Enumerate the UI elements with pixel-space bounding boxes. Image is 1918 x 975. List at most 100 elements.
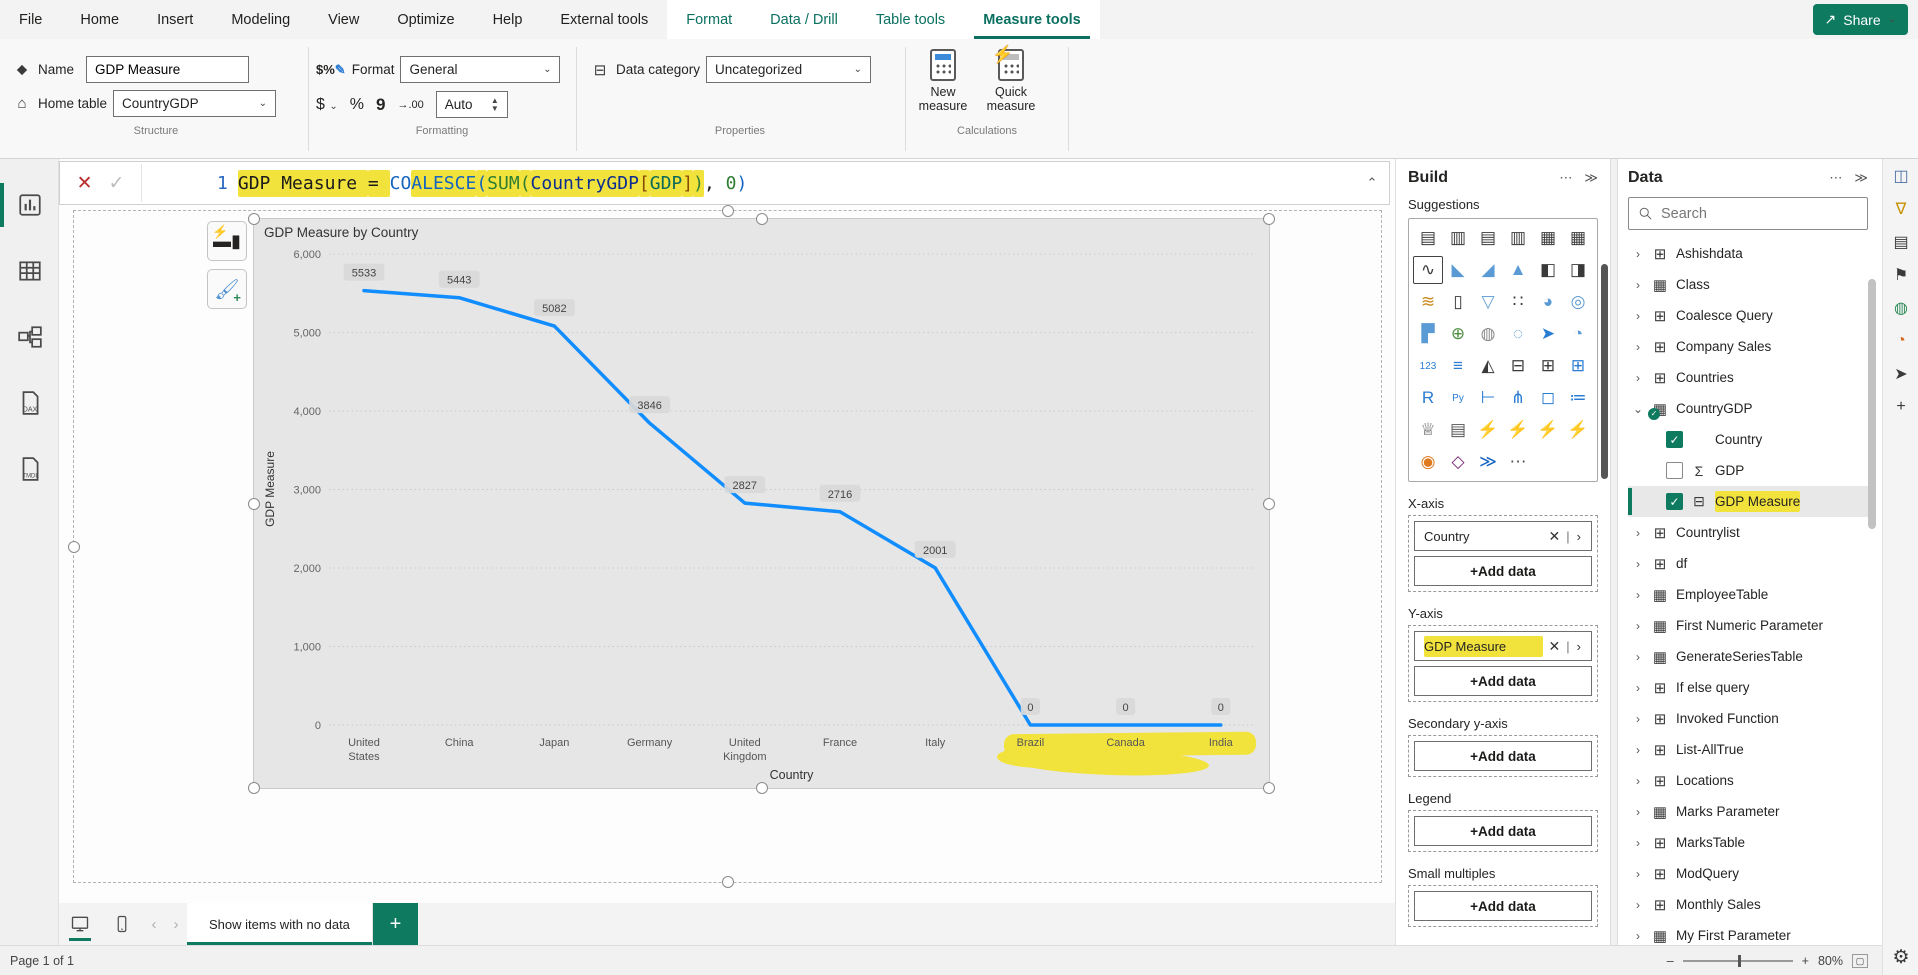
sync-pane-icon[interactable]: ➤ [1883, 357, 1918, 390]
data-scrollbar[interactable] [1868, 279, 1876, 529]
kpi-icon[interactable]: ◭ [1473, 352, 1503, 380]
scatter-chart-icon[interactable]: ∷ [1503, 288, 1533, 316]
home-table-dropdown[interactable]: CountryGDP⌄ [113, 90, 276, 117]
pie-chart-icon[interactable]: ◕ [1533, 288, 1563, 316]
auto-calc-icon[interactable]: ⚡ [1473, 416, 1503, 444]
currency-button[interactable]: $ ⌄ [316, 96, 338, 114]
clustered-column-chart-icon[interactable]: ▥ [1503, 224, 1533, 252]
chevron-right-icon[interactable]: › [1632, 309, 1644, 323]
funnel-chart-icon[interactable]: ▽ [1473, 288, 1503, 316]
chevron-right-icon[interactable]: › [1632, 836, 1644, 850]
menu-item-help[interactable]: Help [474, 0, 542, 39]
table-row[interactable]: ›⊞ModQuery [1628, 858, 1868, 889]
field-row[interactable]: ✓Country [1628, 424, 1868, 455]
canvas-handle-bottom[interactable] [722, 876, 734, 888]
pct-stacked-bar-chart-icon[interactable]: ▦ [1533, 224, 1563, 252]
goals-icon[interactable]: ♕ [1413, 416, 1443, 444]
matrix-icon[interactable]: ⊞ [1563, 352, 1593, 380]
build-more-icon[interactable]: ⋯ [1559, 170, 1572, 186]
table-row[interactable]: ›▦Class [1628, 269, 1868, 300]
quick-measure-button[interactable]: ⚡ Quick measure [980, 49, 1042, 114]
line-clustered-column-chart-icon[interactable]: ◧ [1533, 256, 1563, 284]
menu-item-file[interactable]: File [0, 0, 61, 39]
formula-cancel-icon[interactable]: ✕ [77, 172, 93, 195]
add-data-button[interactable]: +Add data [1414, 741, 1592, 771]
r-script-visual-icon[interactable]: R [1413, 384, 1443, 412]
table-row[interactable]: ›⊞If else query [1628, 672, 1868, 703]
chevron-right-icon[interactable]: › [1632, 743, 1644, 757]
bookmarks-pane-icon[interactable]: ⚑ [1883, 258, 1918, 291]
table-row[interactable]: ›⊞Ashishdata [1628, 238, 1868, 269]
table-row[interactable]: ›▦EmployeeTable [1628, 579, 1868, 610]
table-row[interactable]: ›⊞Locations [1628, 765, 1868, 796]
build-scrollbar[interactable] [1601, 264, 1608, 479]
table-row[interactable]: ›▦GenerateSeriesTable [1628, 641, 1868, 672]
auto-filter-3-icon[interactable]: ⚡ [1563, 416, 1593, 444]
chevron-down-icon[interactable]: ⌄ [1632, 402, 1644, 416]
formula-commit-icon[interactable]: ✓ [109, 172, 125, 195]
table-row[interactable]: ›⊞df [1628, 548, 1868, 579]
formula-input[interactable]: 1GDP Measure = COALESCE(SUM(CountryGDP[G… [142, 152, 1355, 215]
visual-handle[interactable] [248, 498, 260, 510]
clustered-bar-chart-icon[interactable]: ▤ [1473, 224, 1503, 252]
field-checkbox[interactable]: ✓ [1666, 493, 1683, 510]
more-visuals-icon[interactable]: ⋯ [1503, 448, 1533, 476]
table-row[interactable]: ›⊞Invoked Function [1628, 703, 1868, 734]
build-collapse-icon[interactable]: ≫ [1584, 170, 1598, 186]
formula-collapse-button[interactable]: ⌃ [1355, 175, 1389, 191]
mobile-layout-button[interactable] [101, 903, 143, 945]
filters-pane-icon[interactable]: ∇ [1883, 192, 1918, 225]
table-row[interactable]: ›⊞List-AllTrue [1628, 734, 1868, 765]
chevron-right-icon[interactable]: › [1632, 371, 1644, 385]
ribbon-chart-icon[interactable]: ≋ [1413, 288, 1443, 316]
add-data-button[interactable]: +Add data [1414, 666, 1592, 696]
table-row[interactable]: ›⊞Monthly Sales [1628, 889, 1868, 920]
field-checkbox[interactable]: ✓ [1666, 431, 1683, 448]
add-data-button[interactable]: +Add data [1414, 891, 1592, 921]
chevron-right-icon[interactable]: › [1632, 247, 1644, 261]
power-automate-icon[interactable]: ≫ [1473, 448, 1503, 476]
thousands-separator-button[interactable]: 9 [376, 95, 385, 115]
data-collapse-icon[interactable]: ≫ [1854, 170, 1868, 186]
menu-item-view[interactable]: View [309, 0, 378, 39]
dax-query-view-button[interactable]: DAX [0, 377, 59, 429]
measure-name-input[interactable] [86, 56, 249, 83]
table-row[interactable]: ›⊞Coalesce Query [1628, 300, 1868, 331]
chevron-right-icon[interactable]: › [1632, 650, 1644, 664]
chevron-right-icon[interactable]: › [1632, 867, 1644, 881]
pct-stacked-column-chart-icon[interactable]: ▦ [1563, 224, 1593, 252]
gauge-icon[interactable]: ◔ [1563, 320, 1593, 348]
table-row[interactable]: ›▦My First Parameter [1628, 920, 1868, 945]
donut-chart-icon[interactable]: ◎ [1563, 288, 1593, 316]
report-pane-icon[interactable]: ◫ [1883, 159, 1918, 192]
desktop-layout-button[interactable] [59, 903, 101, 945]
zoom-slider-handle[interactable] [1738, 955, 1741, 967]
chevron-right-icon[interactable]: › [1632, 805, 1644, 819]
stacked-area-chart-icon[interactable]: ◢ [1473, 256, 1503, 284]
field-pill[interactable]: Country✕|› [1414, 521, 1592, 551]
zoom-in-button[interactable]: + [1802, 954, 1809, 968]
next-page-arrow[interactable]: › [165, 903, 187, 945]
chevron-right-icon[interactable]: › [1632, 774, 1644, 788]
area-chart-icon[interactable]: ◣ [1443, 256, 1473, 284]
add-data-button[interactable]: +Add data [1414, 556, 1592, 586]
chevron-right-icon[interactable]: › [1632, 588, 1644, 602]
visual-handle[interactable] [1263, 782, 1275, 794]
field-pill[interactable]: GDP Measure✕|› [1414, 631, 1592, 661]
visual-handle[interactable] [1263, 213, 1275, 225]
chevron-right-icon[interactable]: › [1632, 929, 1644, 943]
field-options-icon[interactable]: › [1570, 639, 1585, 654]
share-button[interactable]: ↗ Share ⌄ [1813, 4, 1908, 35]
new-page-button[interactable]: + [373, 903, 418, 945]
azure-map-icon[interactable]: ➤ [1533, 320, 1563, 348]
page-tab[interactable]: Show items with no data [187, 903, 373, 945]
visual-handle[interactable] [1263, 498, 1275, 510]
menu-item-optimize[interactable]: Optimize [378, 0, 473, 39]
map-icon[interactable]: ⊕ [1443, 320, 1473, 348]
arcgis-map-icon[interactable]: ◉ [1413, 448, 1443, 476]
chevron-right-icon[interactable]: › [1632, 681, 1644, 695]
menu-item-insert[interactable]: Insert [138, 0, 212, 39]
chevron-right-icon[interactable]: › [1632, 340, 1644, 354]
remove-field-icon[interactable]: ✕ [1543, 638, 1567, 655]
canvas-handle-top[interactable] [722, 205, 734, 217]
